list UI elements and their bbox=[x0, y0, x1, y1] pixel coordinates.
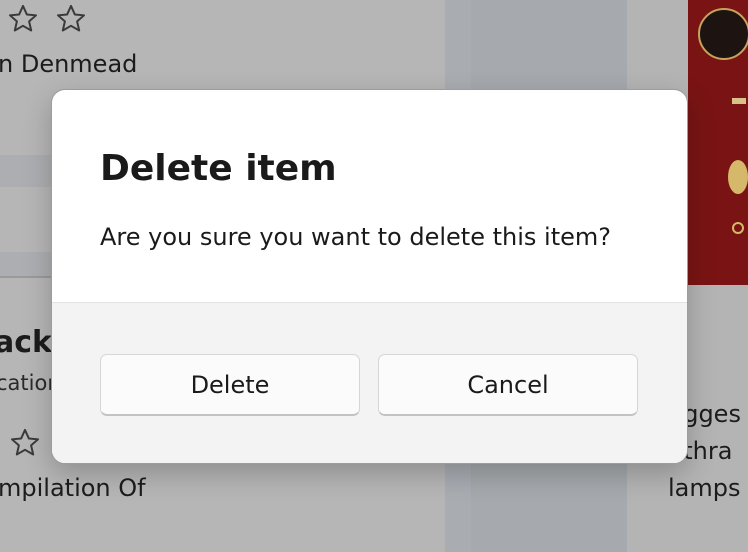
cover-ornament bbox=[732, 222, 744, 234]
rating-stars bbox=[6, 2, 88, 36]
star-outline-icon bbox=[56, 4, 86, 32]
dialog-button-bar: Delete Cancel bbox=[52, 302, 687, 463]
cover-ornament bbox=[732, 98, 746, 104]
book-description: mpilation Of bbox=[0, 474, 146, 502]
delete-confirm-dialog: Delete item Are you sure you want to del… bbox=[51, 89, 688, 464]
cover-emblem bbox=[698, 8, 748, 60]
rating-stars bbox=[8, 426, 42, 460]
delete-button[interactable]: Delete bbox=[100, 354, 360, 416]
cancel-button[interactable]: Cancel bbox=[378, 354, 638, 416]
star-outline-icon bbox=[10, 428, 40, 456]
dialog-title: Delete item bbox=[100, 148, 337, 189]
book-description-line: lamps bbox=[668, 474, 741, 502]
dialog-message: Are you sure you want to delete this ite… bbox=[100, 223, 611, 251]
book-cover-image bbox=[688, 0, 748, 285]
star-outline-icon bbox=[8, 4, 38, 32]
book-author: n Denmead bbox=[0, 50, 138, 78]
cover-ornament bbox=[728, 160, 748, 194]
